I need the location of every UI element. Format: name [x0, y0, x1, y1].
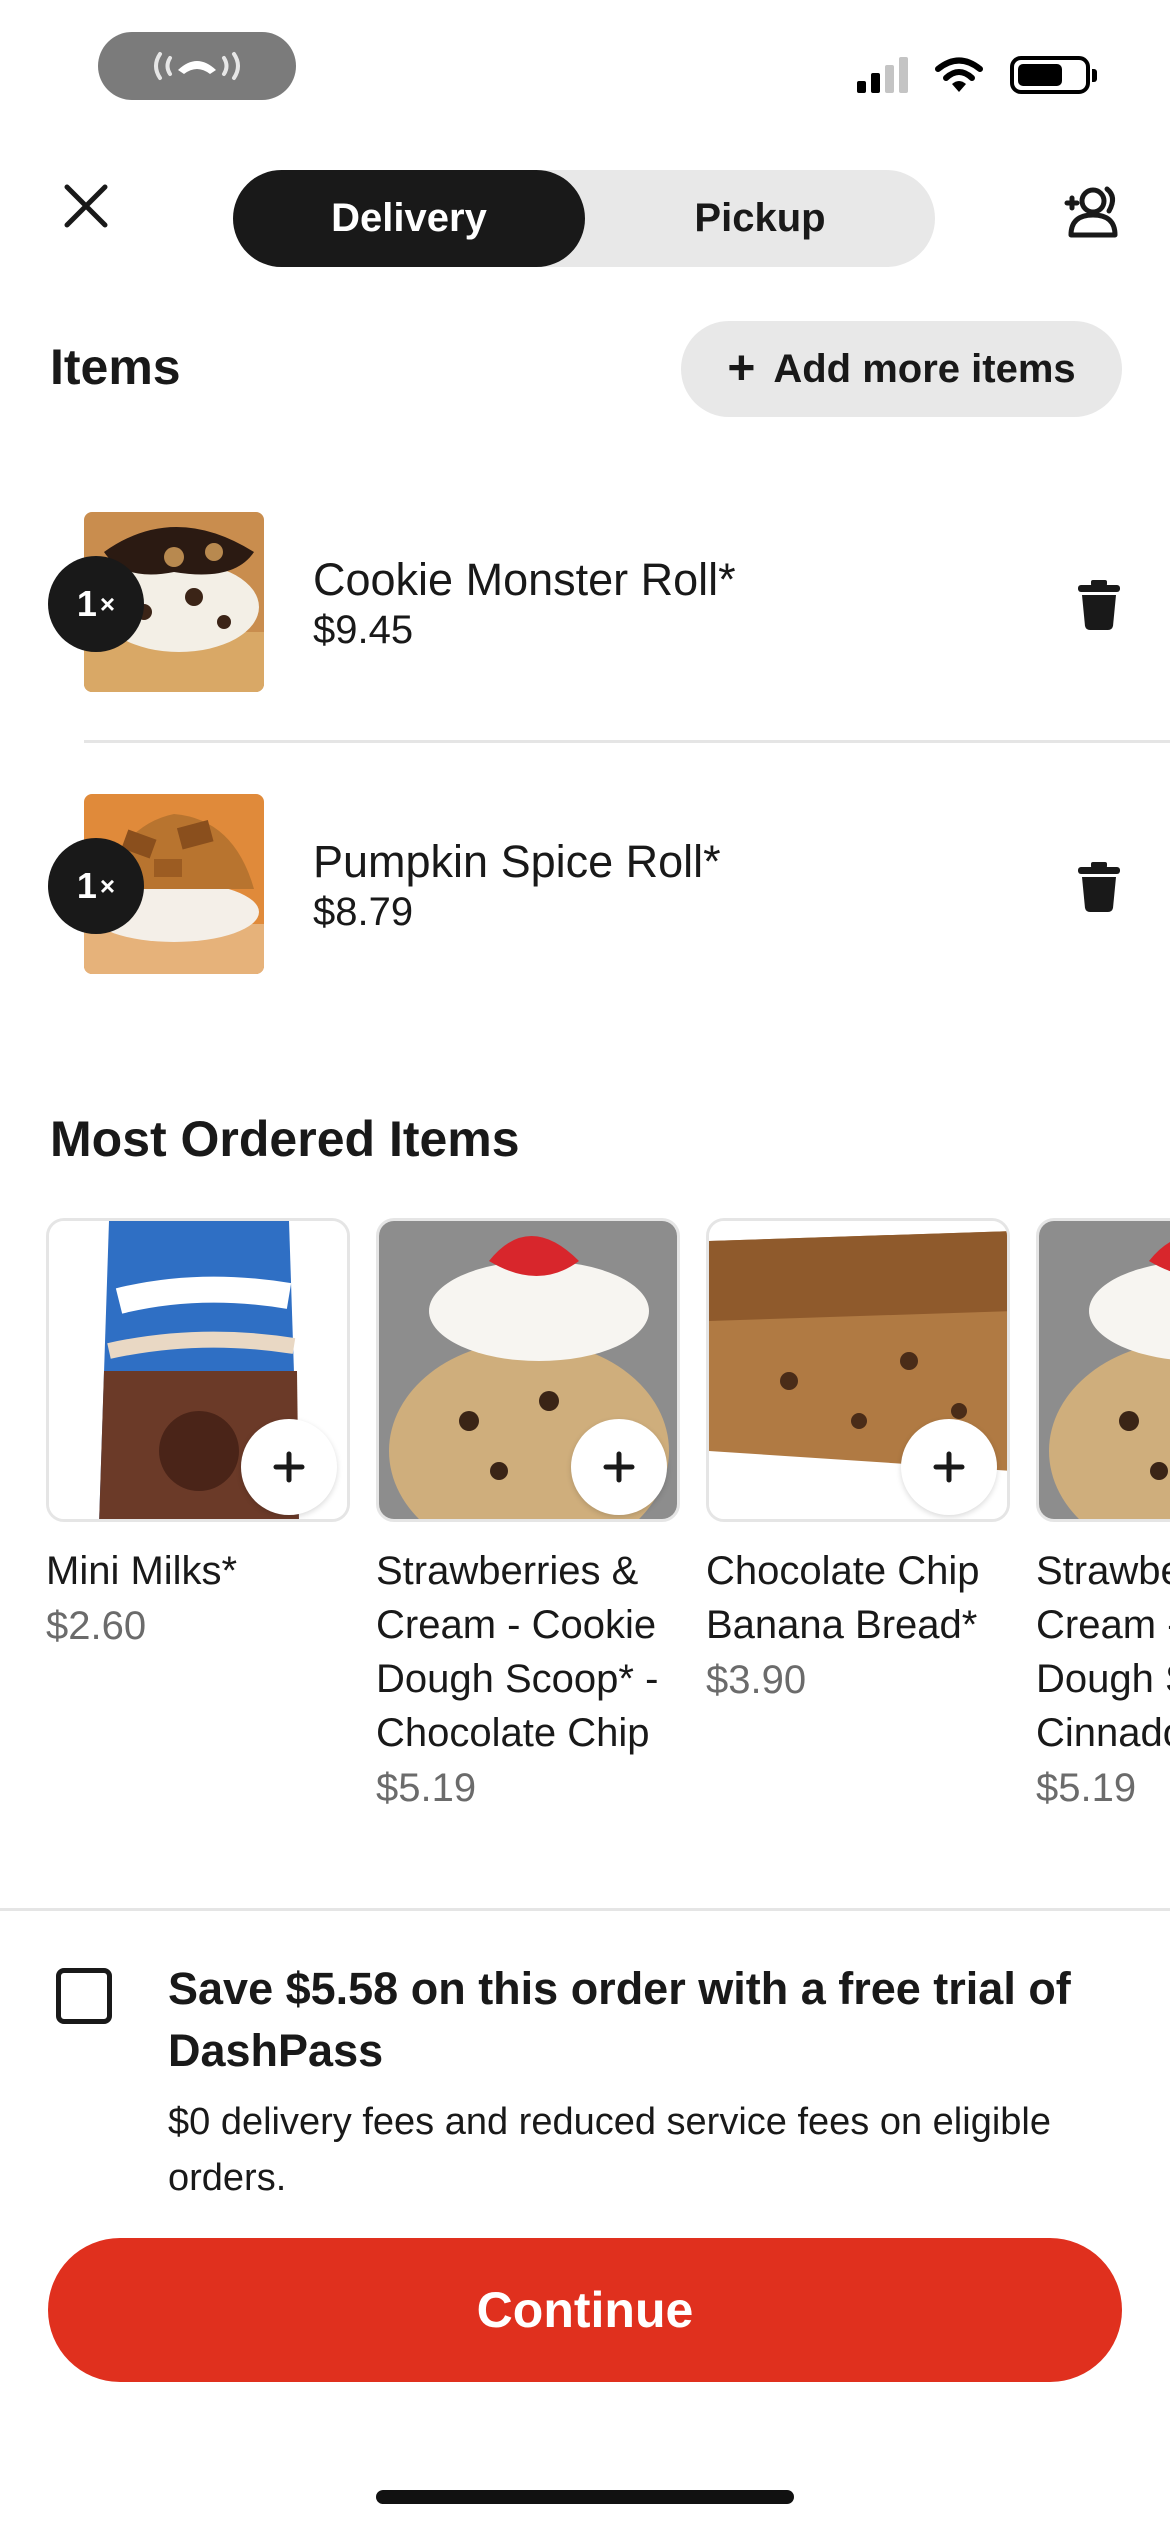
tab-delivery[interactable]: Delivery — [233, 170, 585, 267]
most-ordered-item[interactable]: Mini Milks* $2.60 — [46, 1218, 350, 1649]
plus-icon — [603, 1451, 635, 1483]
cart-item-name: Cookie Monster Roll* — [313, 554, 736, 605]
wifi-icon — [935, 57, 983, 92]
product-price: $5.19 — [1036, 1766, 1137, 1810]
active-call-pill[interactable] — [98, 32, 296, 100]
cart-item-price: $9.45 — [313, 608, 414, 652]
phone-call-icon — [154, 52, 240, 80]
continue-button[interactable]: Continue — [48, 2238, 1122, 2382]
trash-icon[interactable] — [1076, 580, 1122, 630]
plus-icon: + — [727, 342, 756, 395]
close-button[interactable] — [56, 176, 116, 236]
cellular-signal-icon — [857, 57, 908, 93]
item-divider — [84, 740, 1170, 743]
battery-icon — [1010, 56, 1097, 94]
close-icon — [64, 184, 108, 228]
most-ordered-carousel[interactable]: Mini Milks* $2.60 Strawberries & Cream -… — [46, 1218, 1170, 1858]
cart-item-name: Pumpkin Spice Roll* — [313, 836, 721, 887]
status-indicators — [857, 56, 1097, 94]
dashpass-trial-checkbox[interactable] — [56, 1968, 112, 2024]
cart-item[interactable]: 1 × Cookie Monster Roll* $9.45 — [0, 512, 1170, 712]
add-item-button[interactable] — [241, 1419, 337, 1515]
product-name: Strawberries & Cream - Cookie Dough Scoo… — [376, 1549, 659, 1755]
add-item-button[interactable] — [901, 1419, 997, 1515]
group-order-button[interactable] — [1058, 176, 1130, 248]
product-price: $2.60 — [46, 1604, 147, 1648]
most-ordered-item[interactable]: Strawberries & Cream - Cookie Dough Scoo… — [376, 1218, 680, 1811]
add-more-items-label: Add more items — [773, 346, 1076, 391]
product-image — [706, 1218, 1010, 1522]
quantity-badge[interactable]: 1 × — [48, 556, 144, 652]
delivery-pickup-toggle: Delivery Pickup — [233, 170, 935, 267]
section-divider — [0, 1908, 1170, 1911]
dashpass-offer-title: Save $5.58 on this order with a free tri… — [168, 1963, 1071, 2076]
trash-icon[interactable] — [1076, 862, 1122, 912]
add-item-button[interactable] — [571, 1419, 667, 1515]
product-price: $5.19 — [376, 1766, 477, 1810]
dashpass-offer-description: $0 delivery fees and reduced service fee… — [168, 2101, 1051, 2199]
home-indicator[interactable] — [376, 2490, 794, 2504]
plus-icon — [273, 1451, 305, 1483]
most-ordered-item[interactable]: Strawberries & Cream - Cookie Dough Scoo… — [1036, 1218, 1170, 1811]
plus-icon — [933, 1451, 965, 1483]
product-name: Chocolate Chip Banana Bread* — [706, 1549, 980, 1647]
tab-pickup[interactable]: Pickup — [585, 170, 935, 267]
product-price: $3.90 — [706, 1658, 807, 1702]
quantity-badge[interactable]: 1 × — [48, 838, 144, 934]
most-ordered-heading: Most Ordered Items — [50, 1111, 520, 1167]
add-more-items-button[interactable]: + Add more items — [681, 321, 1122, 417]
product-name: Mini Milks* — [46, 1549, 238, 1593]
group-order-icon — [1064, 186, 1118, 238]
most-ordered-item[interactable]: Chocolate Chip Banana Bread* $3.90 — [706, 1218, 1010, 1703]
product-image — [376, 1218, 680, 1522]
items-heading: Items — [50, 339, 181, 395]
product-name: Strawberries & Cream - Cookie Dough Scoo… — [1036, 1549, 1170, 1755]
product-image — [1036, 1218, 1170, 1522]
product-image — [46, 1218, 350, 1522]
cart-item[interactable]: 1 × Pumpkin Spice Roll* $8.79 — [0, 794, 1170, 994]
cart-item-price: $8.79 — [313, 890, 414, 934]
